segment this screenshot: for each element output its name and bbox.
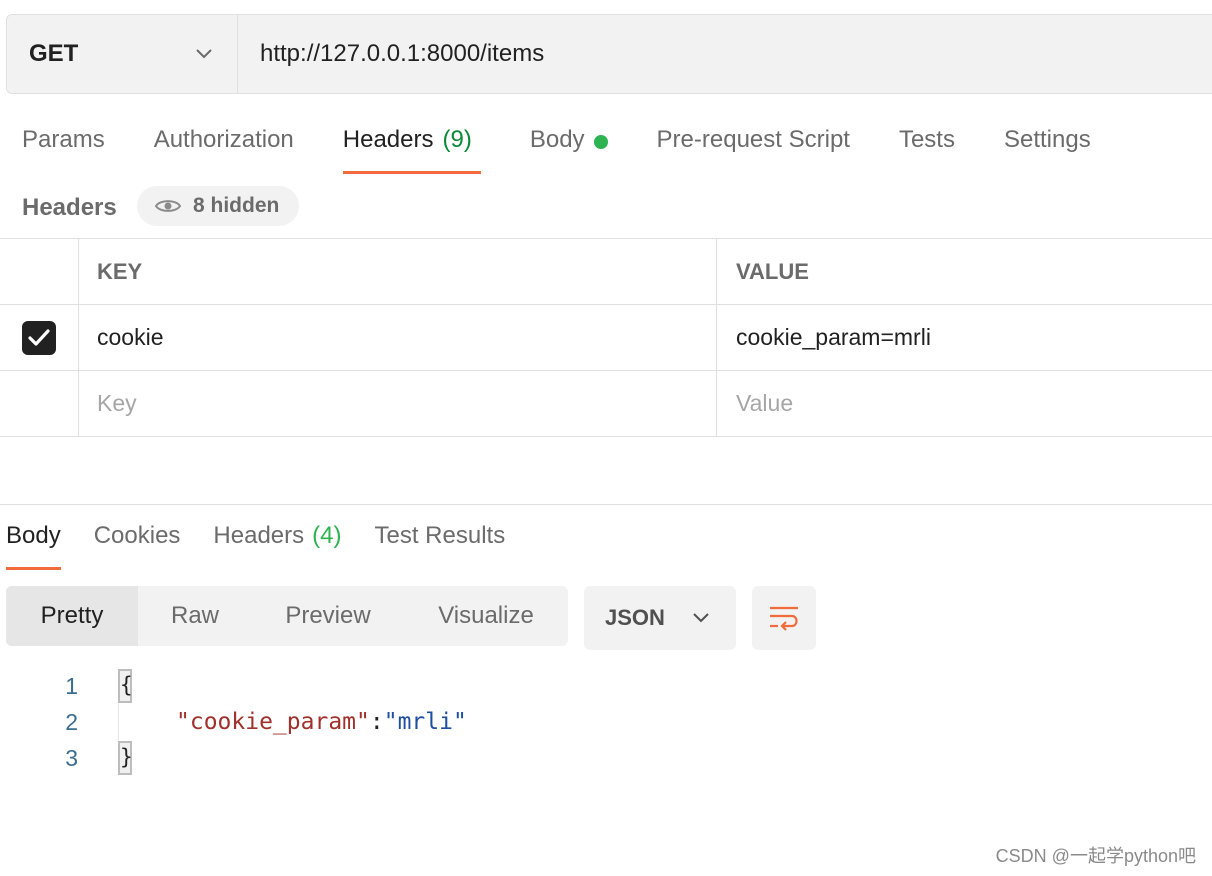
tab-label: Params [22, 126, 105, 153]
row-checkbox[interactable] [22, 320, 56, 355]
tab-count: (9) [442, 126, 472, 153]
response-tab-test-results[interactable]: Test Results [374, 522, 505, 570]
format-select[interactable]: JSON [584, 586, 736, 650]
wrap-lines-button[interactable] [752, 586, 816, 650]
view-mode-selector: Pretty Raw Preview Visualize [6, 586, 568, 646]
tab-label: Test Results [374, 522, 506, 549]
header-key-cell[interactable]: cookie [79, 305, 717, 370]
view-raw[interactable]: Raw [138, 586, 252, 646]
tab-headers[interactable]: Headers (9) [342, 118, 481, 174]
tab-params[interactable]: Params [22, 118, 105, 174]
table-row-new: Key Value [0, 371, 1212, 437]
view-pretty[interactable]: Pretty [6, 586, 138, 646]
code-line: 1 { [0, 668, 900, 704]
tab-settings[interactable]: Settings [1004, 118, 1091, 174]
tab-label: Settings [1003, 126, 1091, 153]
response-body-code: 1 { 2 "cookie_param": "mrli" 3 } [0, 668, 900, 776]
hidden-count-label: 8 hidden [193, 194, 280, 217]
wrap-lines-icon [770, 606, 798, 631]
headers-table: KEY VALUE cookie cookie_param=mrli Key V… [0, 238, 1212, 437]
method-select[interactable]: GET [7, 15, 238, 93]
response-tab-body[interactable]: Body [6, 522, 61, 570]
code-line: 3 } [0, 740, 900, 776]
eye-icon [155, 198, 181, 214]
new-key-input[interactable]: Key [79, 371, 717, 436]
chevron-down-icon [693, 613, 709, 623]
tab-label: Headers [213, 522, 305, 549]
line-number: 3 [65, 744, 78, 771]
tab-authorization[interactable]: Authorization [154, 118, 294, 174]
tab-pre-request-script[interactable]: Pre-request Script [657, 118, 850, 174]
table-row: cookie cookie_param=mrli [0, 305, 1212, 371]
indent-guide [118, 704, 119, 740]
tab-count: (4) [312, 522, 342, 549]
response-tab-cookies[interactable]: Cookies [94, 522, 181, 570]
section-divider [0, 504, 1212, 505]
tab-label: Body [6, 522, 61, 549]
request-tabs: Params Authorization Headers (9) Body Pr… [22, 118, 1140, 174]
value-column-header: VALUE [736, 258, 809, 284]
view-visualize[interactable]: Visualize [404, 586, 568, 646]
close-brace: } [118, 741, 133, 775]
checkmark-icon [28, 328, 50, 346]
tab-label: Tests [898, 126, 955, 153]
table-header-row: KEY VALUE [0, 239, 1212, 305]
line-number: 1 [65, 672, 78, 699]
response-tab-headers[interactable]: Headers (4) [213, 522, 341, 570]
method-label: GET [29, 40, 79, 67]
tab-label: Pre-request Script [656, 126, 850, 153]
header-value-cell[interactable]: cookie_param=mrli [717, 305, 1212, 370]
url-input[interactable] [238, 15, 1212, 93]
key-column-header: KEY [79, 239, 717, 304]
checkbox-column-header [0, 239, 79, 304]
line-number: 2 [65, 708, 78, 735]
row-checkbox-cell [0, 371, 79, 436]
row-checkbox-cell [0, 305, 79, 370]
tab-label: Headers [342, 126, 434, 153]
headers-section-title: Headers [22, 194, 117, 221]
view-preview[interactable]: Preview [252, 586, 404, 646]
request-url-bar: GET [6, 14, 1212, 94]
json-key: "cookie_param" [176, 709, 370, 735]
tab-tests[interactable]: Tests [899, 118, 955, 174]
format-label: JSON [605, 605, 665, 630]
code-line: 2 "cookie_param": "mrli" [0, 704, 900, 740]
json-value: "mrli" [383, 709, 467, 735]
open-brace: { [118, 669, 133, 703]
watermark: CSDN @一起学python吧 [995, 846, 1196, 866]
tab-label: Authorization [153, 126, 294, 153]
new-value-input[interactable]: Value [717, 371, 1212, 436]
body-indicator-dot [593, 135, 608, 149]
tab-label: Cookies [93, 522, 181, 549]
response-tabs: Body Cookies Headers (4) Test Results [6, 522, 538, 570]
json-colon: : [369, 709, 384, 735]
hidden-headers-toggle[interactable]: 8 hidden [137, 186, 300, 226]
chevron-down-icon [193, 43, 215, 65]
tab-body[interactable]: Body [530, 118, 608, 174]
tab-label: Body [529, 126, 585, 153]
